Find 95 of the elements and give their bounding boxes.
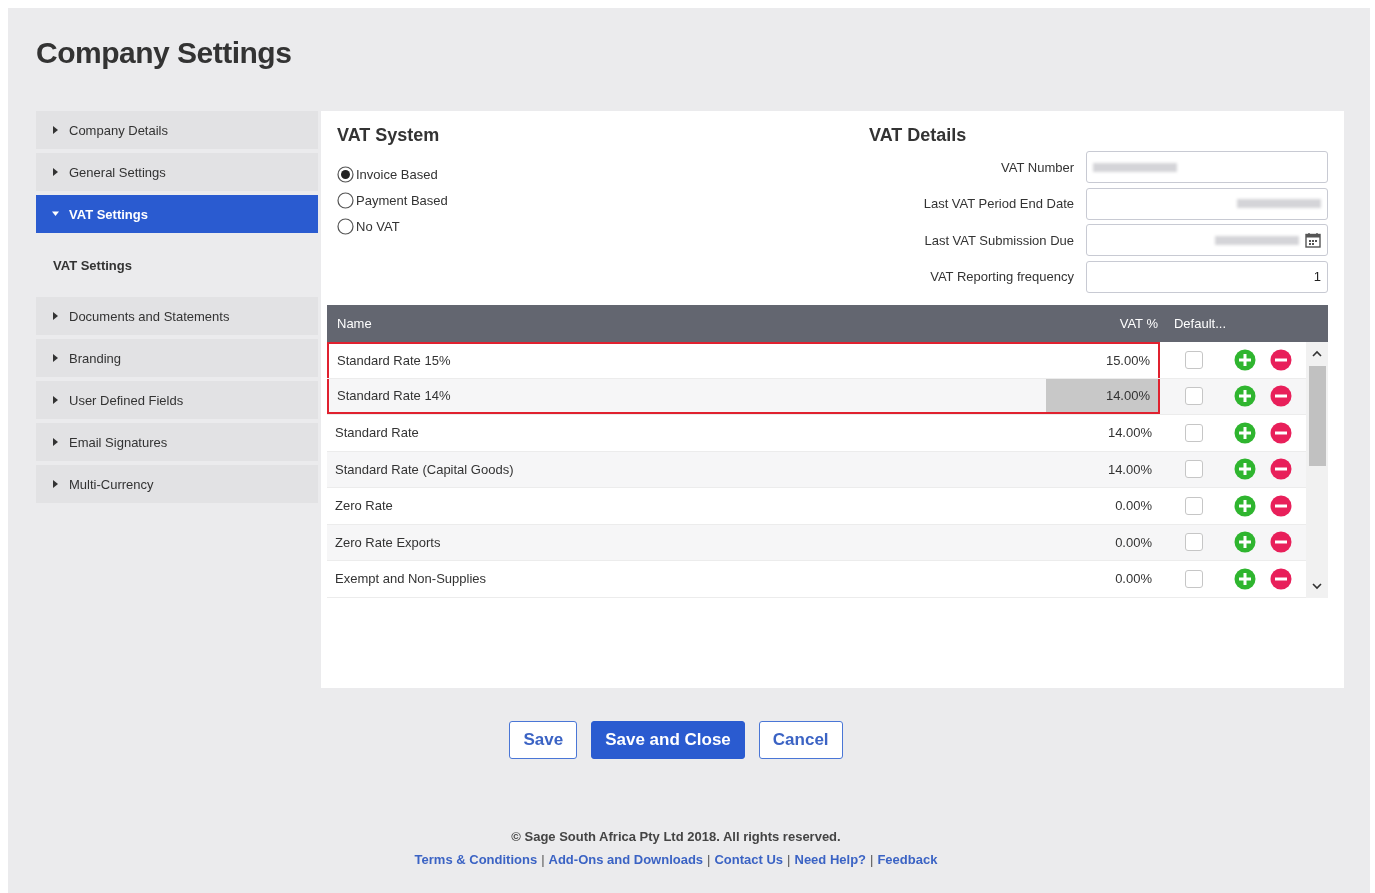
- remove-icon[interactable]: [1270, 567, 1292, 590]
- table-cell-text: Standard Rate 15%: [336, 353, 452, 369]
- section-title: VAT Details: [869, 125, 968, 147]
- remove-icon[interactable]: [1270, 531, 1292, 554]
- checkbox[interactable]: [1185, 387, 1203, 406]
- table-row[interactable]: Standard Rate (Capital Goods) 14.00%: [327, 451, 1306, 488]
- caret-right-icon: [52, 168, 59, 176]
- checkbox[interactable]: [1185, 569, 1203, 588]
- sidebar-item[interactable]: Multi-Currency: [36, 465, 318, 503]
- table-cell-text: Standard Rate 14%: [336, 387, 452, 403]
- table-cell: 14.00%: [1046, 378, 1158, 412]
- caret-right-icon: [52, 354, 59, 362]
- section-title: VAT System: [337, 125, 441, 147]
- add-icon[interactable]: [1234, 421, 1256, 444]
- footer-link[interactable]: Add-Ons and Downloads: [548, 852, 704, 867]
- sidebar-item[interactable]: Email Signatures: [36, 423, 318, 461]
- add-icon[interactable]: [1234, 385, 1256, 408]
- sidebar-item[interactable]: VAT Settings: [36, 195, 318, 233]
- radio-label[interactable]: Invoice Based: [356, 166, 438, 182]
- scroll-up-icon[interactable]: [1312, 350, 1322, 358]
- add-icon[interactable]: [1234, 567, 1256, 590]
- table-row[interactable]: Standard Rate 14% 14.00%: [327, 378, 1306, 415]
- footer-link[interactable]: Feedback: [877, 852, 938, 867]
- separator: |: [541, 852, 545, 867]
- field-label: Last VAT Period End Date: [923, 196, 1074, 212]
- radio-button[interactable]: [337, 217, 354, 235]
- footer-link[interactable]: Contact Us: [714, 852, 784, 867]
- input-field[interactable]: [1086, 187, 1328, 220]
- primary-button[interactable]: Save and Close: [591, 721, 745, 759]
- remove-icon[interactable]: [1270, 458, 1292, 481]
- sidebar-item[interactable]: Documents and Statements: [36, 297, 318, 335]
- caret-right-icon: [52, 312, 59, 320]
- separator: |: [787, 852, 791, 867]
- sidebar-item[interactable]: General Settings: [36, 153, 318, 191]
- remove-icon[interactable]: [1270, 348, 1292, 371]
- table-cell-text: 0.00%: [1114, 570, 1153, 589]
- column-header: VAT %: [1118, 316, 1159, 331]
- table-cell-text: Standard Rate (Capital Goods): [334, 461, 515, 477]
- table-cell-text: 14.00%: [1106, 460, 1153, 479]
- add-icon[interactable]: [1234, 494, 1256, 517]
- remove-icon[interactable]: [1270, 421, 1292, 444]
- checkbox[interactable]: [1185, 423, 1203, 442]
- field-label: Last VAT Submission Due: [924, 232, 1074, 248]
- footer-link[interactable]: Need Help?: [794, 852, 866, 867]
- secondary-button[interactable]: Cancel: [758, 721, 843, 759]
- table-row[interactable]: Exempt and Non-Supplies 0.00%: [327, 561, 1306, 598]
- sidebar-subitem[interactable]: VAT Settings: [36, 237, 318, 293]
- table-row[interactable]: Standard Rate 14.00%: [327, 415, 1306, 452]
- checkbox[interactable]: [1185, 460, 1203, 479]
- scroll-down-icon[interactable]: [1312, 581, 1322, 590]
- input-field[interactable]: 1: [1086, 260, 1328, 293]
- add-icon[interactable]: [1234, 531, 1256, 554]
- copyright-text: © Sage South Africa Pty Ltd 2018. All rights reserved.: [511, 829, 841, 844]
- table-row[interactable]: Zero Rate Exports 0.00%: [327, 524, 1306, 561]
- table-cell-text: Standard Rate: [334, 425, 420, 441]
- radio-label[interactable]: Payment Based: [356, 192, 448, 208]
- remove-icon[interactable]: [1270, 385, 1292, 408]
- caret-right-icon: [52, 438, 59, 446]
- separator: |: [707, 852, 711, 867]
- footer-link[interactable]: Terms & Conditions: [414, 852, 538, 867]
- table-cell-text: 15.00%: [1104, 352, 1151, 371]
- caret-right-icon: [52, 126, 59, 134]
- remove-icon[interactable]: [1270, 494, 1292, 517]
- table-cell-text: Zero Rate Exports: [334, 534, 442, 550]
- column-header: Name: [336, 316, 373, 331]
- table-cell-text: 0.00%: [1114, 533, 1153, 552]
- checkbox[interactable]: [1185, 350, 1203, 369]
- add-icon[interactable]: [1234, 458, 1256, 481]
- radio-label[interactable]: No VAT: [356, 218, 400, 234]
- field-label: VAT Reporting frequency: [930, 269, 1074, 285]
- page-title: Company Settings: [36, 35, 293, 71]
- checkbox[interactable]: [1185, 533, 1203, 552]
- input-field[interactable]: [1086, 224, 1328, 257]
- separator: |: [870, 852, 874, 867]
- radio-button[interactable]: [337, 191, 354, 209]
- caret-down-icon: [52, 210, 59, 218]
- caret-right-icon: [52, 396, 59, 404]
- add-icon[interactable]: [1234, 348, 1256, 371]
- caret-right-icon: [52, 480, 59, 488]
- checkbox[interactable]: [1185, 496, 1203, 515]
- radio-button[interactable]: [337, 165, 354, 183]
- scrollbar[interactable]: [1306, 342, 1328, 598]
- table-cell-text: 14.00%: [1106, 424, 1153, 443]
- sidebar-item[interactable]: Branding: [36, 339, 318, 377]
- table-cell-text: 0.00%: [1114, 497, 1153, 516]
- table-cell-text: Zero Rate: [334, 498, 394, 514]
- column-header: Default...: [1173, 316, 1227, 331]
- secondary-button[interactable]: Save: [509, 721, 578, 759]
- input-field[interactable]: [1086, 151, 1328, 184]
- sidebar-item[interactable]: User Defined Fields: [36, 381, 318, 419]
- sidebar-item[interactable]: Company Details: [36, 111, 318, 149]
- calendar-icon[interactable]: [1305, 232, 1321, 249]
- field-label: VAT Number: [1001, 159, 1074, 175]
- table-row[interactable]: Zero Rate 0.00%: [327, 488, 1306, 525]
- table-cell-text: Exempt and Non-Supplies: [334, 571, 488, 587]
